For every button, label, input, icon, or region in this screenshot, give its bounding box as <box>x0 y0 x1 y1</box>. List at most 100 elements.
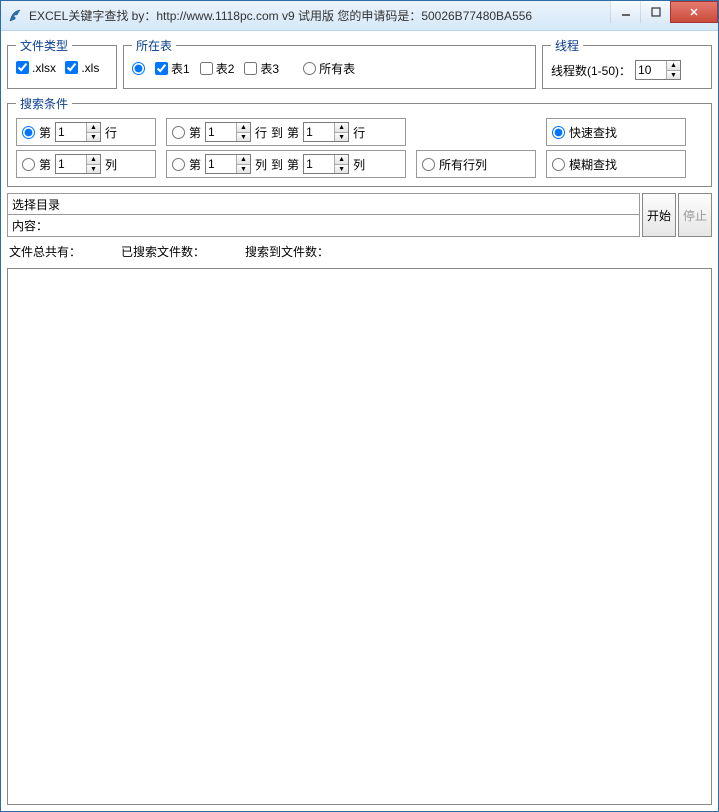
select-dir-label: 选择目录 <box>8 196 64 213</box>
text-hang3: 行 <box>353 124 365 141</box>
thread-input[interactable] <box>636 61 666 79</box>
sheet2-label: 表2 <box>216 60 235 77</box>
fuzzy-search-radio[interactable] <box>552 158 565 171</box>
text-di4: 第 <box>39 156 51 173</box>
results-list[interactable] <box>7 268 712 805</box>
col-single-radio[interactable] <box>22 158 35 171</box>
down-icon[interactable]: ▼ <box>87 164 100 173</box>
up-icon[interactable]: ▲ <box>87 155 100 164</box>
title-bar: EXCEL关键字查找 by：http://www.1118pc.com v9 试… <box>1 1 718 31</box>
search-legend: 搜索条件 <box>16 95 72 112</box>
fast-search-box: 快速查找 <box>546 118 686 146</box>
client-area: 文件类型 .xlsx .xls 所在表 表1 表2 表3 所有表 线程 线程数(… <box>1 31 718 811</box>
up-icon[interactable]: ▲ <box>335 155 348 164</box>
col-from-spinner[interactable]: ▲▼ <box>205 154 251 174</box>
xlsx-checkbox[interactable] <box>16 61 29 74</box>
row-single-box: 第 ▲▼ 行 <box>16 118 156 146</box>
col-to-input[interactable] <box>304 155 334 173</box>
col-from-input[interactable] <box>206 155 236 173</box>
content-label: 内容： <box>8 217 52 234</box>
dir-content-row: 选择目录 内容： 开始 停止 <box>7 193 712 237</box>
thread-up-icon[interactable]: ▲ <box>667 61 680 70</box>
sheet3-label: 表3 <box>260 60 279 77</box>
row-spinner[interactable]: ▲▼ <box>55 122 101 142</box>
sheet-legend: 所在表 <box>132 37 176 54</box>
down-icon[interactable]: ▼ <box>335 164 348 173</box>
thread-spinner[interactable]: ▲▼ <box>635 60 681 80</box>
sheet1-label: 表1 <box>171 60 190 77</box>
up-icon[interactable]: ▲ <box>335 123 348 132</box>
close-button[interactable] <box>670 1 718 23</box>
row-single-radio[interactable] <box>22 126 35 139</box>
down-icon[interactable]: ▼ <box>237 164 250 173</box>
col-to-spinner[interactable]: ▲▼ <box>303 154 349 174</box>
row-input[interactable] <box>56 123 86 141</box>
text-hang2: 行 <box>255 124 267 141</box>
fuzzy-search-label: 模糊查找 <box>569 156 617 173</box>
thread-legend: 线程 <box>551 37 583 54</box>
filetype-group: 文件类型 .xlsx .xls <box>7 37 117 89</box>
minimize-button[interactable] <box>610 1 640 23</box>
down-icon[interactable]: ▼ <box>237 132 250 141</box>
row-range-box: 第 ▲▼ 行 到 第 ▲▼ 行 <box>166 118 406 146</box>
sheet-group: 所在表 表1 表2 表3 所有表 <box>123 37 536 89</box>
up-icon[interactable]: ▲ <box>87 123 100 132</box>
text-di3: 第 <box>287 124 299 141</box>
all-rc-radio[interactable] <box>422 158 435 171</box>
all-rc-box: 所有行列 <box>416 150 536 178</box>
text-dao: 到 <box>271 124 283 141</box>
fast-search-label: 快速查找 <box>569 124 617 141</box>
row-range-radio[interactable] <box>172 126 185 139</box>
row-from-spinner[interactable]: ▲▼ <box>205 122 251 142</box>
text-dao2: 到 <box>271 156 283 173</box>
sheet1-checkbox[interactable] <box>155 62 168 75</box>
sheet-all-label: 所有表 <box>319 60 355 77</box>
fast-search-radio[interactable] <box>552 126 565 139</box>
text-di2: 第 <box>189 124 201 141</box>
total-files-label: 文件总共有： <box>9 243 81 260</box>
app-window: EXCEL关键字查找 by：http://www.1118pc.com v9 试… <box>0 0 719 812</box>
down-icon[interactable]: ▼ <box>87 132 100 141</box>
sheet-specific-radio[interactable] <box>132 62 145 75</box>
searched-files-label: 已搜索文件数： <box>121 243 205 260</box>
text-hang: 行 <box>105 124 117 141</box>
up-icon[interactable]: ▲ <box>237 155 250 164</box>
text-di6: 第 <box>287 156 299 173</box>
thread-down-icon[interactable]: ▼ <box>667 70 680 79</box>
text-lie2: 列 <box>255 156 267 173</box>
stop-button[interactable]: 停止 <box>678 193 712 237</box>
col-single-box: 第 ▲▼ 列 <box>16 150 156 178</box>
up-icon[interactable]: ▲ <box>237 123 250 132</box>
sheet2-checkbox[interactable] <box>200 62 213 75</box>
thread-group: 线程 线程数(1-50)： ▲▼ <box>542 37 712 89</box>
sheet3-checkbox[interactable] <box>244 62 257 75</box>
app-icon <box>7 8 23 24</box>
all-rc-label: 所有行列 <box>439 156 487 173</box>
xlsx-label: .xlsx <box>32 61 56 75</box>
xls-checkbox[interactable] <box>65 61 78 74</box>
down-icon[interactable]: ▼ <box>335 132 348 141</box>
col-range-box: 第 ▲▼ 列 到 第 ▲▼ 列 <box>166 150 406 178</box>
search-group: 搜索条件 第 ▲▼ 行 第 ▲▼ 行 到 第 ▲▼ 行 <box>7 95 712 187</box>
dir-input[interactable] <box>64 194 639 214</box>
start-button[interactable]: 开始 <box>642 193 676 237</box>
col-spinner[interactable]: ▲▼ <box>55 154 101 174</box>
stats-row: 文件总共有： 已搜索文件数： 搜索到文件数： <box>7 239 712 264</box>
row-from-input[interactable] <box>206 123 236 141</box>
col-input[interactable] <box>56 155 86 173</box>
row-to-input[interactable] <box>304 123 334 141</box>
window-buttons <box>610 1 718 30</box>
col-range-radio[interactable] <box>172 158 185 171</box>
text-lie3: 列 <box>353 156 365 173</box>
window-title: EXCEL关键字查找 by：http://www.1118pc.com v9 试… <box>29 7 610 24</box>
row-to-spinner[interactable]: ▲▼ <box>303 122 349 142</box>
xls-label: .xls <box>81 61 99 75</box>
filetype-legend: 文件类型 <box>16 37 72 54</box>
maximize-button[interactable] <box>640 1 670 23</box>
found-files-label: 搜索到文件数： <box>245 243 329 260</box>
text-di: 第 <box>39 124 51 141</box>
content-input[interactable] <box>52 215 639 236</box>
fuzzy-search-box: 模糊查找 <box>546 150 686 178</box>
thread-label: 线程数(1-50)： <box>551 62 631 79</box>
sheet-all-radio[interactable] <box>303 62 316 75</box>
